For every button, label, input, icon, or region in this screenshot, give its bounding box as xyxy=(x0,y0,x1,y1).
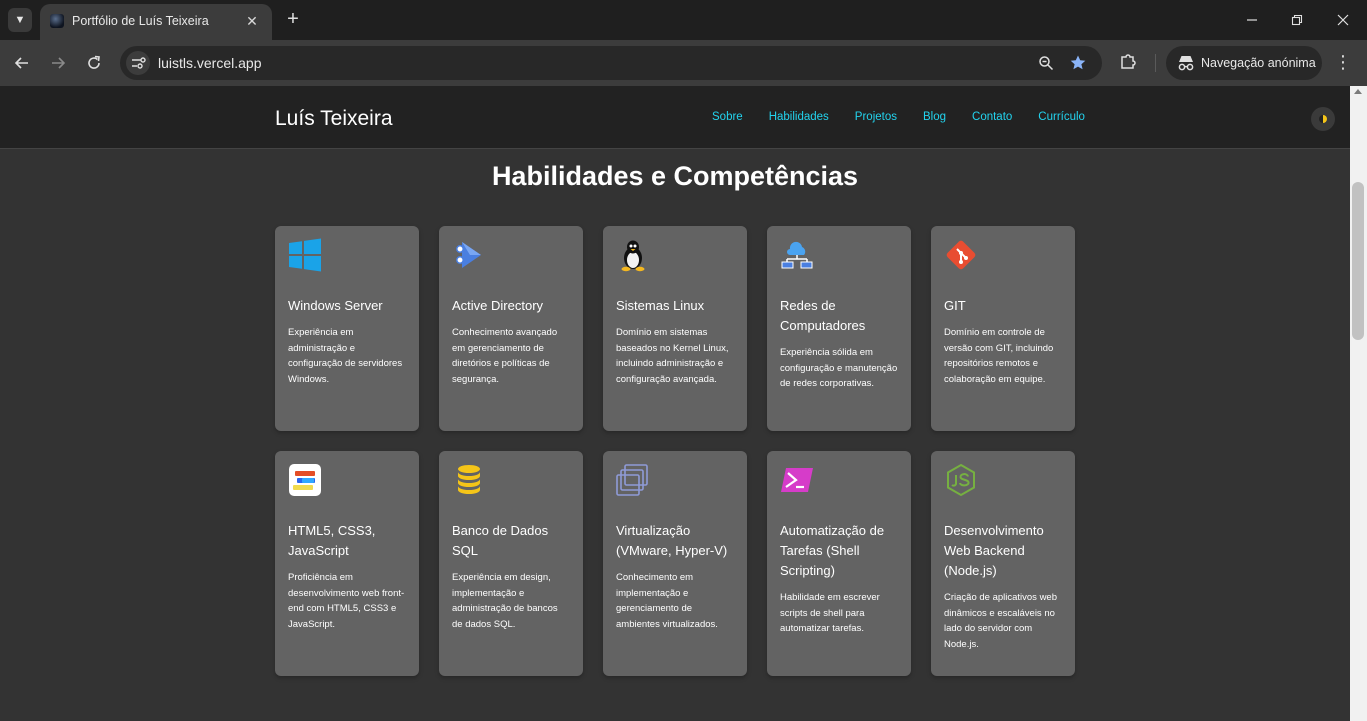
close-window-button[interactable] xyxy=(1331,8,1355,32)
skill-description: Conhecimento em implementação e gerencia… xyxy=(616,572,718,630)
nav-link-curriculo[interactable]: Currículo xyxy=(1038,111,1085,123)
skill-description: Experiência sólida em configuração e man… xyxy=(780,347,898,389)
minimize-icon xyxy=(1247,19,1257,21)
skill-card: Banco de Dados SQL Experiência em design… xyxy=(439,451,583,676)
site-header: Luís Teixeira Sobre Habilidades Projetos… xyxy=(0,86,1350,149)
site-brand[interactable]: Luís Teixeira xyxy=(275,107,393,131)
toolbar-divider xyxy=(1155,54,1156,72)
browser-toolbar: luistls.vercel.app Navegação anónima ⋮ xyxy=(0,40,1367,86)
forward-button[interactable] xyxy=(46,51,70,75)
url-text[interactable]: luistls.vercel.app xyxy=(158,55,262,71)
reload-icon xyxy=(88,55,100,69)
database-icon xyxy=(458,465,480,494)
minimize-button[interactable] xyxy=(1240,8,1264,32)
restore-button[interactable] xyxy=(1285,8,1309,32)
windows-icon xyxy=(289,238,321,272)
bookmark-star-icon[interactable] xyxy=(1067,52,1089,74)
skill-title: Windows Server xyxy=(288,298,383,313)
skill-title: Banco de Dados SQL xyxy=(452,523,549,558)
browser-tab-active[interactable]: Portfólio de Luís Teixeira ✕ xyxy=(40,4,272,40)
puzzle-icon xyxy=(1121,54,1136,69)
powershell-icon xyxy=(781,468,813,492)
skill-description: Domínio em sistemas baseados no Kernel L… xyxy=(616,327,729,385)
nav-link-blog[interactable]: Blog xyxy=(923,111,946,123)
linux-tux-icon xyxy=(621,240,645,272)
extensions-button[interactable] xyxy=(1118,51,1140,73)
skill-card: Desenvolvimento Web Backend (Node.js) Cr… xyxy=(931,451,1075,676)
active-directory-icon xyxy=(456,242,481,268)
chevron-down-icon: ▼ xyxy=(14,14,26,26)
skill-card: Active Directory Conhecimento avançado e… xyxy=(439,226,583,431)
incognito-label: Navegação anónima xyxy=(1201,56,1316,70)
page-viewport: Luís Teixeira Sobre Habilidades Projetos… xyxy=(0,86,1350,721)
skill-card: Sistemas Linux Domínio em sistemas basea… xyxy=(603,226,747,431)
back-button[interactable] xyxy=(10,51,34,75)
skill-title: Desenvolvimento Web Backend (Node.js) xyxy=(944,523,1044,578)
new-tab-button[interactable]: + xyxy=(282,9,304,31)
arrow-left-icon xyxy=(14,57,28,69)
tune-icon xyxy=(132,57,146,69)
incognito-chip[interactable]: Navegação anónima xyxy=(1166,46,1322,80)
section-title: Habilidades e Competências xyxy=(491,161,859,191)
menu-button[interactable]: ⋮ xyxy=(1332,51,1354,75)
skill-card: Virtualização (VMware, Hyper-V) Conhecim… xyxy=(603,451,747,676)
skill-title: Redes de Computadores xyxy=(780,298,866,333)
html-css-js-icon xyxy=(289,464,321,496)
skill-title: GIT xyxy=(944,298,966,313)
close-tab-icon[interactable]: ✕ xyxy=(242,11,262,31)
skill-description: Domínio em controle de versão com GIT, i… xyxy=(944,327,1054,385)
arrow-right-icon xyxy=(52,57,66,69)
skill-card: GIT Domínio em controle de versão com GI… xyxy=(931,226,1075,431)
more-vertical-icon: ⋮ xyxy=(1334,52,1352,72)
skill-title: Active Directory xyxy=(452,298,544,313)
network-icon xyxy=(781,241,813,269)
skill-title: Virtualização (VMware, Hyper-V) xyxy=(616,523,728,558)
close-icon xyxy=(1337,14,1349,26)
skill-description: Conhecimento avançado em gerenciamento d… xyxy=(452,327,558,385)
nav-link-habilidades[interactable]: Habilidades xyxy=(769,111,829,123)
skill-title: Sistemas Linux xyxy=(616,298,705,313)
scrollbar-thumb[interactable] xyxy=(1352,182,1364,340)
tab-title: Portfólio de Luís Teixeira xyxy=(72,14,209,28)
tab-search-button[interactable]: ▼ xyxy=(8,8,32,32)
scroll-up-arrow-icon[interactable] xyxy=(1354,89,1362,94)
nav-link-projetos[interactable]: Projetos xyxy=(855,111,897,123)
reload-button[interactable] xyxy=(82,51,106,75)
nav-link-contato[interactable]: Contato xyxy=(972,111,1012,123)
page-scrollbar[interactable] xyxy=(1350,86,1367,721)
skill-card: HTML5, CSS3, JavaScript Proficiência em … xyxy=(275,451,419,676)
skill-card: Redes de Computadores Experiência sólida… xyxy=(767,226,911,431)
site-nav: Sobre Habilidades Projetos Blog Contato … xyxy=(712,111,1111,123)
git-icon xyxy=(946,240,976,270)
skill-title: HTML5, CSS3, JavaScript xyxy=(288,523,376,558)
favicon-icon xyxy=(50,14,64,28)
skill-description: Experiência em administração e configura… xyxy=(288,327,403,385)
theme-toggle-button[interactable] xyxy=(1311,107,1335,131)
skill-card: Windows Server Experiência em administra… xyxy=(275,226,419,431)
half-moon-icon xyxy=(1319,115,1327,123)
address-bar[interactable]: luistls.vercel.app xyxy=(120,46,1102,80)
skill-description: Proficiência em desenvolvimento web fron… xyxy=(288,572,405,630)
nodejs-icon xyxy=(947,463,975,497)
skill-title: Automatização de Tarefas (Shell Scriptin… xyxy=(780,523,885,578)
browser-tab-bar: ▼ Portfólio de Luís Teixeira ✕ + xyxy=(0,0,1367,40)
nav-link-sobre[interactable]: Sobre xyxy=(712,111,743,123)
restore-icon xyxy=(1291,14,1303,26)
incognito-icon xyxy=(1178,56,1194,71)
skill-card: Automatização de Tarefas (Shell Scriptin… xyxy=(767,451,911,676)
skill-description: Experiência em design, implementação e a… xyxy=(452,572,558,630)
zoom-icon[interactable] xyxy=(1035,52,1057,74)
skill-description: Habilidade em escrever scripts de shell … xyxy=(780,592,880,634)
site-info-button[interactable] xyxy=(126,51,150,75)
skill-description: Criação de aplicativos web dinâmicos e e… xyxy=(944,592,1058,650)
virtualization-icon xyxy=(616,464,648,496)
skills-grid: Windows Server Experiência em administra… xyxy=(275,226,1075,676)
